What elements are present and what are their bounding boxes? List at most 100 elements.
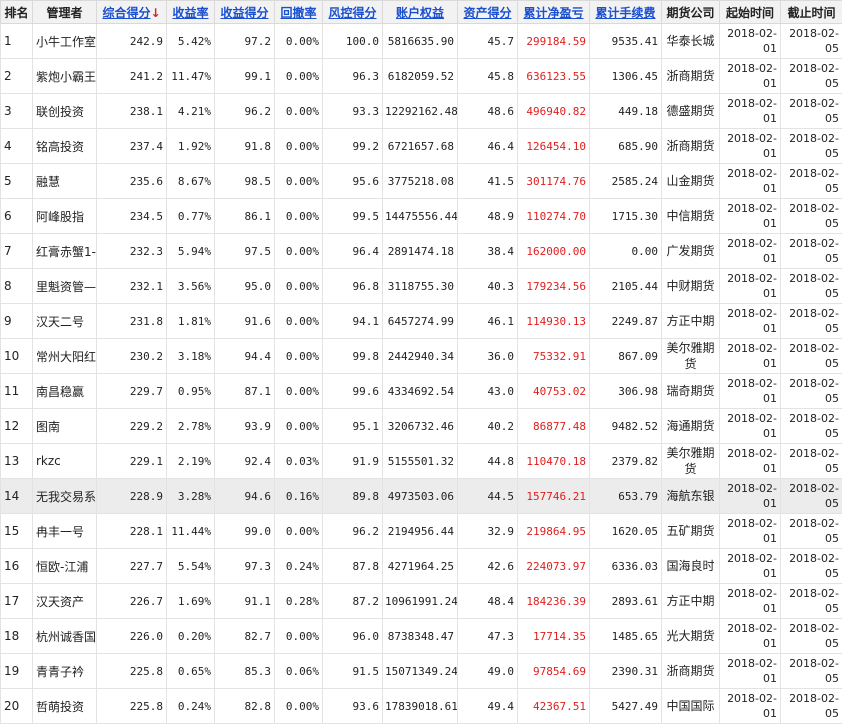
table-row[interactable]: 2紫炮小霸王241.211.47%99.10.00%96.36182059.52… [1, 59, 842, 94]
return-rate-cell: 4.21% [167, 94, 215, 129]
rank-cell: 16 [1, 549, 33, 584]
table-row[interactable]: 1小牛工作室242.95.42%97.20.00%100.05816635.90… [1, 24, 842, 59]
start-date-cell: 2018-02-01 [720, 444, 781, 479]
start-date-cell: 2018-02-01 [720, 374, 781, 409]
drawdown-cell: 0.00% [275, 59, 323, 94]
end-date-cell-part: 2018-02- [783, 411, 839, 426]
equity-cell: 4973503.06 [383, 479, 458, 514]
start-date-cell: 2018-02-01 [720, 339, 781, 374]
end-date-cell-part: 05 [783, 181, 839, 196]
table-row[interactable]: 3联创投资238.14.21%96.20.00%93.312292162.484… [1, 94, 842, 129]
drawdown-cell: 0.03% [275, 444, 323, 479]
drawdown-cell: 0.00% [275, 619, 323, 654]
table-row[interactable]: 17汉天资产226.71.69%91.10.28%87.210961991.24… [1, 584, 842, 619]
firm-cell: 广发期货 [662, 234, 720, 269]
score-cell: 237.4 [97, 129, 167, 164]
end-date-cell-part: 2018-02- [783, 166, 839, 181]
table-row[interactable]: 18杭州诚香国226.00.20%82.70.00%96.08738348.47… [1, 619, 842, 654]
table-row[interactable]: 20哲萌投资225.80.24%82.80.00%93.617839018.61… [1, 689, 842, 724]
manager-cell: 杭州诚香国 [33, 619, 97, 654]
start-date-cell-part: 01 [722, 111, 777, 126]
end-date-cell-part: 05 [783, 321, 839, 336]
return-score-cell: 97.2 [215, 24, 275, 59]
start-date-cell-part: 2018-02- [722, 271, 777, 286]
equity-cell: 2442940.34 [383, 339, 458, 374]
start-date-cell: 2018-02-01 [720, 619, 781, 654]
manager-cell: 汉天二号 [33, 304, 97, 339]
net-pnl-cell: 496940.82 [518, 94, 590, 129]
table-body: 1小牛工作室242.95.42%97.20.00%100.05816635.90… [1, 24, 842, 724]
return-score-cell: 82.7 [215, 619, 275, 654]
header-return-rate[interactable]: 收益率 [167, 1, 215, 24]
header-risk-score[interactable]: 风控得分 [323, 1, 383, 24]
end-date-cell-part: 05 [783, 636, 839, 651]
end-date-cell-part: 2018-02- [783, 341, 839, 356]
rank-cell: 11 [1, 374, 33, 409]
header-equity[interactable]: 账户权益 [383, 1, 458, 24]
end-date-cell-part: 2018-02- [783, 691, 839, 706]
start-date-cell-part: 01 [722, 356, 777, 371]
table-row[interactable]: 12图南229.22.78%93.90.00%95.13206732.4640.… [1, 409, 842, 444]
rank-cell: 17 [1, 584, 33, 619]
table-row[interactable]: 9汉天二号231.81.81%91.60.00%94.16457274.9946… [1, 304, 842, 339]
start-date-cell-part: 01 [722, 601, 777, 616]
return-rate-cell: 11.44% [167, 514, 215, 549]
end-date-cell-part: 05 [783, 601, 839, 616]
end-date-cell: 2018-02-05 [781, 59, 842, 94]
table-row[interactable]: 19青青子衿225.80.65%85.30.06%91.515071349.24… [1, 654, 842, 689]
fees-cell: 2585.24 [590, 164, 662, 199]
fees-cell: 2893.61 [590, 584, 662, 619]
return-score-cell: 82.8 [215, 689, 275, 724]
header-net-pnl[interactable]: 累计净盈亏 [518, 1, 590, 24]
end-date-cell-part: 05 [783, 496, 839, 511]
risk-score-cell: 94.1 [323, 304, 383, 339]
header-asset-score[interactable]: 资产得分 [458, 1, 518, 24]
return-rate-cell: 1.69% [167, 584, 215, 619]
header-label: 管理者 [46, 6, 82, 20]
table-row[interactable]: 16恒欧-江浦227.75.54%97.30.24%87.84271964.25… [1, 549, 842, 584]
end-date-cell-part: 05 [783, 461, 839, 476]
drawdown-cell: 0.16% [275, 479, 323, 514]
table-row[interactable]: 14无我交易系228.93.28%94.60.16%89.84973503.06… [1, 479, 842, 514]
score-cell: 231.8 [97, 304, 167, 339]
table-row[interactable]: 6阿峰股指234.50.77%86.10.00%99.514475556.444… [1, 199, 842, 234]
asset-score-cell: 44.5 [458, 479, 518, 514]
score-cell: 229.1 [97, 444, 167, 479]
manager-cell: 图南 [33, 409, 97, 444]
table-row[interactable]: 8里魁资管—232.13.56%95.00.00%96.83118755.304… [1, 269, 842, 304]
table-row[interactable]: 13rkzc229.12.19%92.40.03%91.95155501.324… [1, 444, 842, 479]
start-date-cell-part: 2018-02- [722, 481, 777, 496]
manager-cell: 冉丰一号 [33, 514, 97, 549]
end-date-cell: 2018-02-05 [781, 94, 842, 129]
risk-score-cell: 95.1 [323, 409, 383, 444]
header-score[interactable]: 综合得分↓ [97, 1, 167, 24]
risk-score-cell: 96.3 [323, 59, 383, 94]
header-fees[interactable]: 累计手续费 [590, 1, 662, 24]
net-pnl-cell: 114930.13 [518, 304, 590, 339]
manager-cell: 南昌稳赢 [33, 374, 97, 409]
start-date-cell: 2018-02-01 [720, 549, 781, 584]
start-date-cell: 2018-02-01 [720, 94, 781, 129]
table-row[interactable]: 15冉丰一号228.111.44%99.00.00%96.22194956.44… [1, 514, 842, 549]
score-cell: 229.7 [97, 374, 167, 409]
start-date-cell: 2018-02-01 [720, 164, 781, 199]
table-row[interactable]: 10常州大阳红230.23.18%94.40.00%99.82442940.34… [1, 339, 842, 374]
asset-score-cell: 49.0 [458, 654, 518, 689]
header-label: 起始时间 [726, 6, 774, 20]
net-pnl-cell: 17714.35 [518, 619, 590, 654]
start-date-cell-part: 01 [722, 391, 777, 406]
net-pnl-cell: 42367.51 [518, 689, 590, 724]
table-row[interactable]: 7红膏赤蟹1-232.35.94%97.50.00%96.42891474.18… [1, 234, 842, 269]
end-date-cell: 2018-02-05 [781, 654, 842, 689]
table-row[interactable]: 5融慧235.68.67%98.50.00%95.63775218.0841.5… [1, 164, 842, 199]
return-score-cell: 96.2 [215, 94, 275, 129]
end-date-cell-part: 2018-02- [783, 551, 839, 566]
table-row[interactable]: 11南昌稳赢229.70.95%87.10.00%99.64334692.544… [1, 374, 842, 409]
header-drawdown[interactable]: 回撤率 [275, 1, 323, 24]
table-row[interactable]: 4铭高投资237.41.92%91.80.00%99.26721657.6846… [1, 129, 842, 164]
start-date-cell-part: 2018-02- [722, 691, 777, 706]
end-date-cell-part: 05 [783, 41, 839, 56]
header-return-score[interactable]: 收益得分 [215, 1, 275, 24]
asset-score-cell: 36.0 [458, 339, 518, 374]
manager-cell: 联创投资 [33, 94, 97, 129]
